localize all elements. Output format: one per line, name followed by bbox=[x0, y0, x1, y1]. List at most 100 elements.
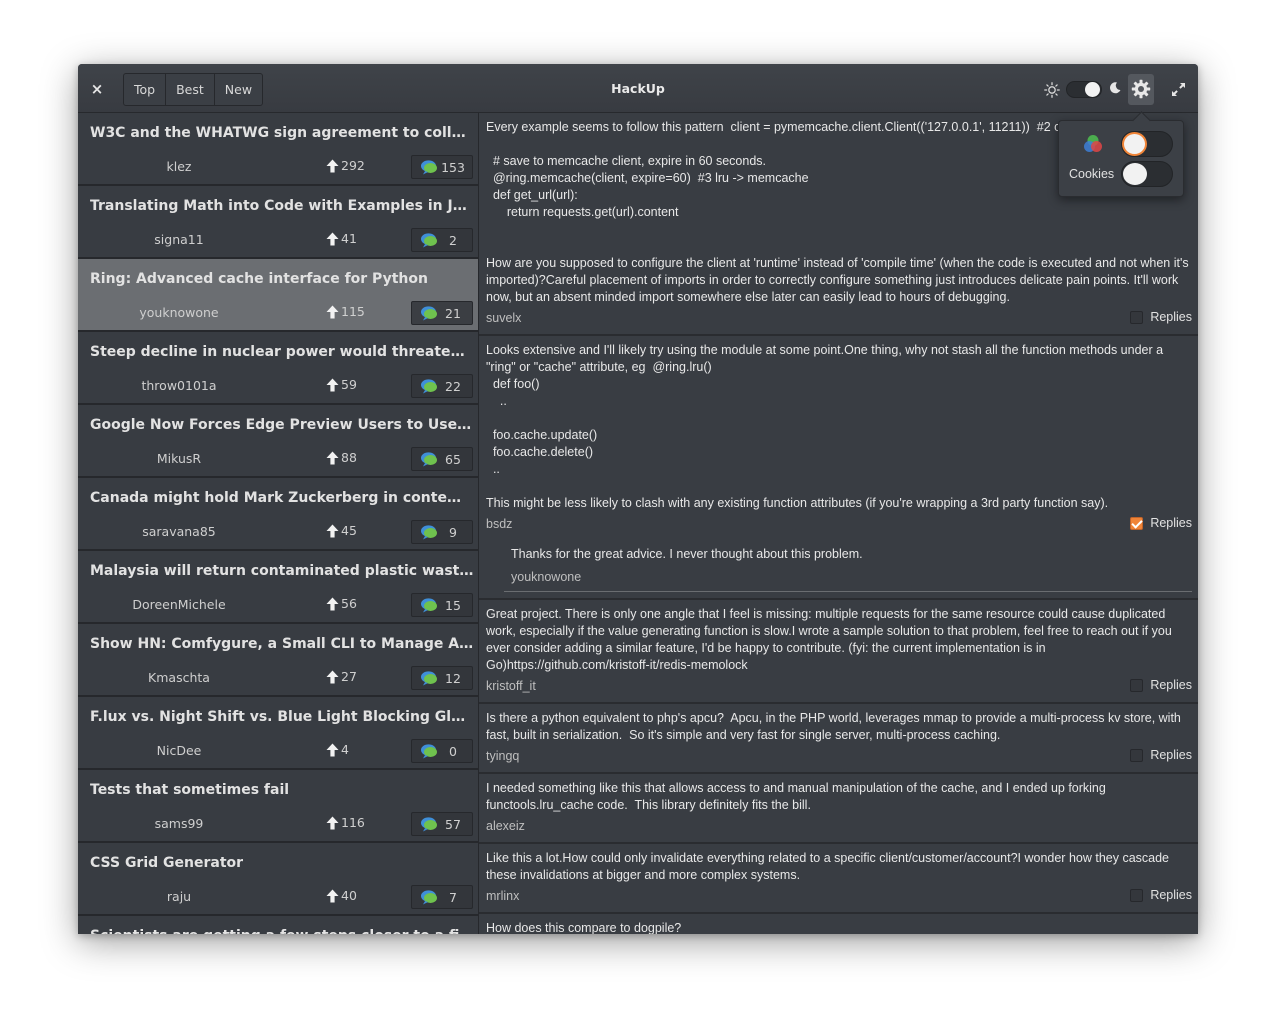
replies-checkbox[interactable] bbox=[1130, 310, 1144, 324]
settings-button[interactable] bbox=[1128, 74, 1154, 105]
dark-theme-switch[interactable] bbox=[1066, 81, 1102, 98]
story-row[interactable]: Tests that sometimes fail sams99 116 57 bbox=[78, 770, 478, 843]
replies-toggle[interactable]: Replies bbox=[1130, 748, 1192, 762]
score-value: 292 bbox=[341, 158, 365, 173]
comment-bubble-icon bbox=[421, 671, 437, 686]
moon-icon bbox=[1109, 82, 1121, 94]
sun-icon bbox=[1044, 82, 1060, 98]
close-button[interactable]: × bbox=[86, 76, 108, 102]
score-value: 41 bbox=[341, 231, 357, 246]
comments-button[interactable]: 12 bbox=[411, 666, 473, 690]
comments-button[interactable]: 9 bbox=[411, 520, 473, 544]
story-title: CSS Grid Generator bbox=[90, 855, 244, 871]
story-score: 59 bbox=[326, 377, 376, 392]
switch-knob bbox=[1123, 163, 1147, 185]
story-row[interactable]: Google Now Forces Edge Preview Users to … bbox=[78, 405, 478, 478]
color-scheme-switch[interactable] bbox=[1121, 131, 1173, 157]
replies-toggle[interactable]: Replies bbox=[1130, 678, 1192, 692]
comment-bubble-icon bbox=[421, 233, 437, 248]
story-row[interactable]: F.lux vs. Night Shift vs. Blue Light Blo… bbox=[78, 697, 478, 770]
story-row[interactable]: Canada might hold Mark Zuckerberg in con… bbox=[78, 478, 478, 551]
comments-button[interactable]: 21 bbox=[411, 301, 473, 325]
fullscreen-icon[interactable] bbox=[1171, 82, 1186, 97]
story-author: saravana85 bbox=[142, 524, 216, 539]
comments-button[interactable]: 22 bbox=[411, 374, 473, 398]
cookies-label: Cookies bbox=[1069, 167, 1115, 181]
comment-text: I needed something like this that allows… bbox=[486, 781, 1110, 812]
upvote-icon bbox=[326, 743, 339, 756]
upvote-icon bbox=[326, 816, 339, 829]
tab-best[interactable]: Best bbox=[166, 74, 215, 105]
story-row[interactable]: Steep decline in nuclear power would thr… bbox=[78, 332, 478, 405]
story-title: Malaysia will return contaminated plasti… bbox=[90, 563, 474, 579]
story-score: 88 bbox=[326, 450, 376, 465]
story-author: MikusR bbox=[156, 451, 202, 466]
comment-text: Great project. There is only one angle t… bbox=[486, 607, 1176, 672]
story-row[interactable]: Show HN: Comfygure, a Small CLI to Manag… bbox=[78, 624, 478, 697]
comment-author: kristoff_it bbox=[486, 679, 536, 693]
story-row[interactable]: W3C and the WHATWG sign agreement to col… bbox=[78, 113, 478, 186]
replies-toggle[interactable]: Replies bbox=[1130, 516, 1192, 530]
score-value: 59 bbox=[341, 377, 357, 392]
story-title: Translating Math into Code with Examples… bbox=[90, 198, 474, 214]
story-score: 27 bbox=[326, 669, 376, 684]
story-title: Scientists are getting a few steps close… bbox=[90, 928, 474, 934]
color-scheme-icon bbox=[1084, 135, 1102, 152]
story-author: NicDee bbox=[156, 743, 202, 758]
comment-author: bsdz bbox=[486, 517, 513, 531]
comments-button[interactable]: 57 bbox=[411, 812, 473, 836]
story-author: youknowone bbox=[139, 305, 219, 320]
story-row[interactable]: Scientists are getting a few steps close… bbox=[78, 916, 478, 934]
story-author: sams99 bbox=[154, 816, 204, 831]
comment-footer: kristoff_it Replies bbox=[486, 676, 1192, 696]
comment-count: 15 bbox=[445, 597, 461, 613]
comment: How does this compare to dogpile? bbox=[479, 914, 1198, 934]
comment-bubble-icon bbox=[421, 306, 437, 321]
replies-toggle[interactable]: Replies bbox=[1130, 310, 1192, 324]
cookies-switch[interactable] bbox=[1121, 161, 1173, 187]
comment: Great project. There is only one angle t… bbox=[479, 600, 1198, 704]
upvote-icon bbox=[326, 451, 339, 464]
replies-label: Replies bbox=[1150, 678, 1192, 692]
story-row[interactable]: Translating Math into Code with Examples… bbox=[78, 186, 478, 259]
comments-button[interactable]: 7 bbox=[411, 885, 473, 909]
comments-button[interactable]: 0 bbox=[411, 739, 473, 763]
comment-footer: alexeiz bbox=[486, 816, 1192, 836]
score-value: 27 bbox=[341, 669, 357, 684]
story-score: 40 bbox=[326, 888, 376, 903]
score-value: 4 bbox=[341, 742, 349, 757]
replies-label: Replies bbox=[1150, 516, 1192, 530]
story-author: throw0101a bbox=[141, 378, 217, 393]
story-row[interactable]: Ring: Advanced cache interface for Pytho… bbox=[78, 259, 478, 332]
comment-footer: suvelx Replies bbox=[486, 308, 1192, 328]
comment-count: 22 bbox=[445, 378, 461, 394]
tab-new[interactable]: New bbox=[215, 74, 262, 105]
comment-count: 9 bbox=[449, 524, 457, 540]
upvote-icon bbox=[326, 159, 339, 172]
comment-bubble-icon bbox=[421, 160, 437, 175]
story-title: Canada might hold Mark Zuckerberg in con… bbox=[90, 490, 474, 506]
comment-bubble-icon bbox=[421, 890, 437, 905]
replies-checkbox[interactable] bbox=[1130, 888, 1144, 902]
comments-button[interactable]: 15 bbox=[411, 593, 473, 617]
story-score: 116 bbox=[326, 815, 376, 830]
replies-checkbox[interactable] bbox=[1130, 516, 1144, 530]
replies-checkbox[interactable] bbox=[1130, 678, 1144, 692]
comment-count: 65 bbox=[445, 451, 461, 467]
comment-text: Like this a lot.How could only invalidat… bbox=[486, 851, 1173, 882]
comments-button[interactable]: 153 bbox=[411, 155, 473, 179]
replies-toggle[interactable]: Replies bbox=[1130, 888, 1192, 902]
comment-footer: tyingq Replies bbox=[486, 746, 1192, 766]
upvote-icon bbox=[326, 378, 339, 391]
comments-button[interactable]: 2 bbox=[411, 228, 473, 252]
comments-button[interactable]: 65 bbox=[411, 447, 473, 471]
comment: I needed something like this that allows… bbox=[479, 774, 1198, 844]
comment-text: How does this compare to dogpile? bbox=[486, 921, 682, 934]
story-row[interactable]: CSS Grid Generator raju 40 7 bbox=[78, 843, 478, 916]
replies-label: Replies bbox=[1150, 310, 1192, 324]
replies-checkbox[interactable] bbox=[1130, 748, 1144, 762]
story-row[interactable]: Malaysia will return contaminated plasti… bbox=[78, 551, 478, 624]
tab-top[interactable]: Top bbox=[124, 74, 167, 105]
upvote-icon bbox=[326, 232, 339, 245]
comment-bubble-icon bbox=[421, 598, 437, 613]
